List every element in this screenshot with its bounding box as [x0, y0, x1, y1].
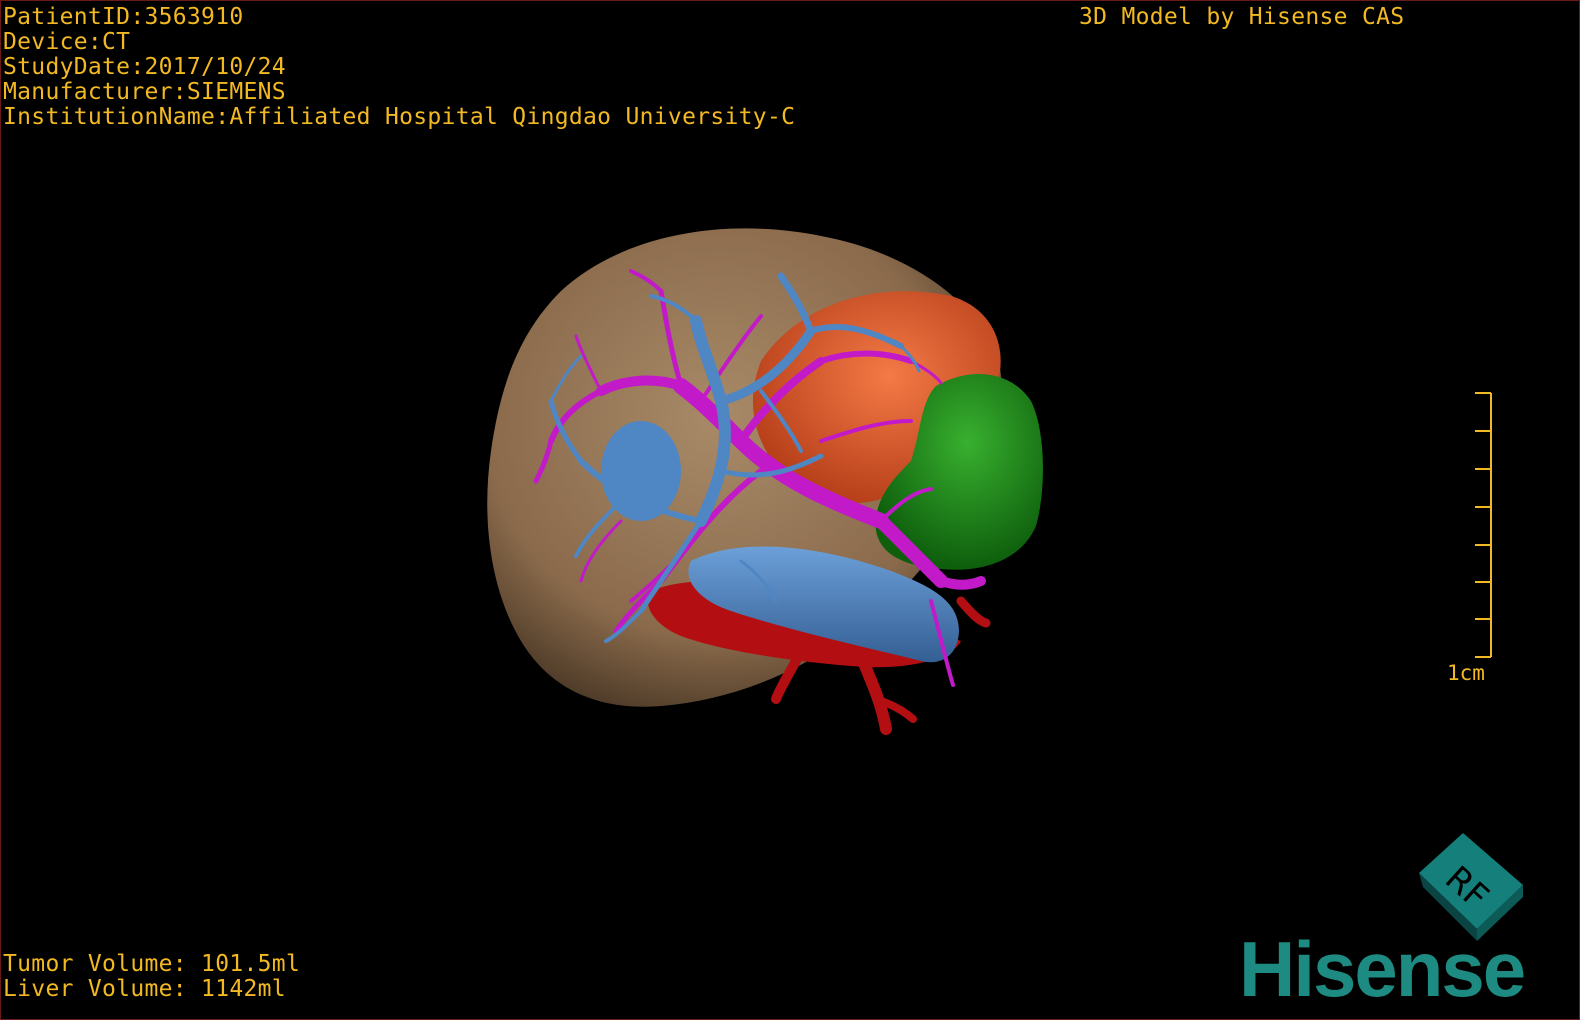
patient-id: PatientID:3563910	[3, 4, 244, 30]
study-info: PatientID:3563910 Device:CT StudyDate:2017…	[3, 5, 795, 130]
institution-name: InstitutionName:Affiliated Hospital Qing…	[3, 104, 796, 130]
device: Device:CT	[3, 29, 131, 55]
tumor-volume: Tumor Volume: 101.5ml	[3, 951, 301, 977]
volume-info: Tumor Volume: 101.5ml Liver Volume: 1142m…	[3, 952, 300, 1002]
liver-3d-model[interactable]	[1, 1, 1579, 1019]
3d-viewport[interactable]: PatientID:3563910 Device:CT StudyDate:2017…	[0, 0, 1580, 1020]
hisense-logo: Hisense	[1239, 925, 1526, 1013]
model-caption: 3D Model by Hisense CAS	[1079, 4, 1405, 30]
study-date: StudyDate:2017/10/24	[3, 54, 286, 80]
manufacturer: Manufacturer:SIEMENS	[3, 79, 286, 105]
liver-volume: Liver Volume: 1142ml	[3, 976, 286, 1002]
ivc-branch	[601, 421, 681, 521]
scale-bar	[1475, 392, 1492, 658]
scale-label: 1cm	[1447, 661, 1485, 685]
